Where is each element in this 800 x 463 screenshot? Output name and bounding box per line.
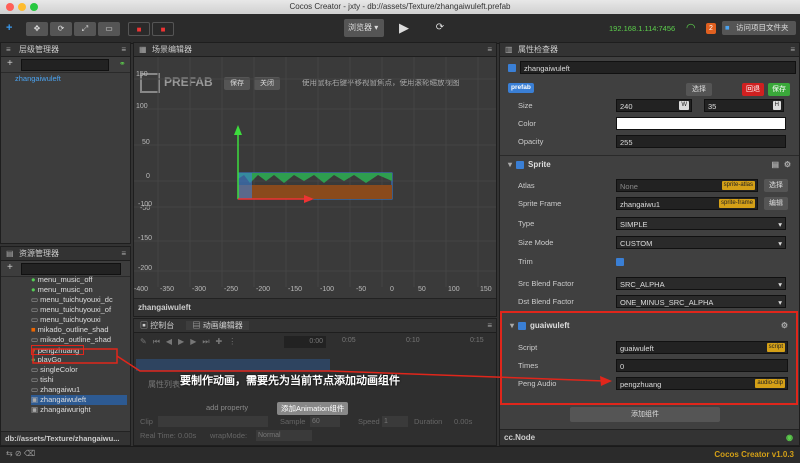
status-icons[interactable]: ⇆ ⊘ ⌫ [6, 449, 35, 458]
version-label: Cocos Creator v1.0.3 [714, 450, 794, 459]
annotation-arrowhead-icon [600, 376, 612, 386]
annotation-text: 要制作动画，需要先为当前节点添加动画组件 [180, 375, 400, 387]
annotation-box [32, 348, 118, 364]
annotation-overlay [32, 348, 612, 386]
status-bar: ⇆ ⊘ ⌫ Cocos Creator v1.0.3 [0, 446, 800, 463]
